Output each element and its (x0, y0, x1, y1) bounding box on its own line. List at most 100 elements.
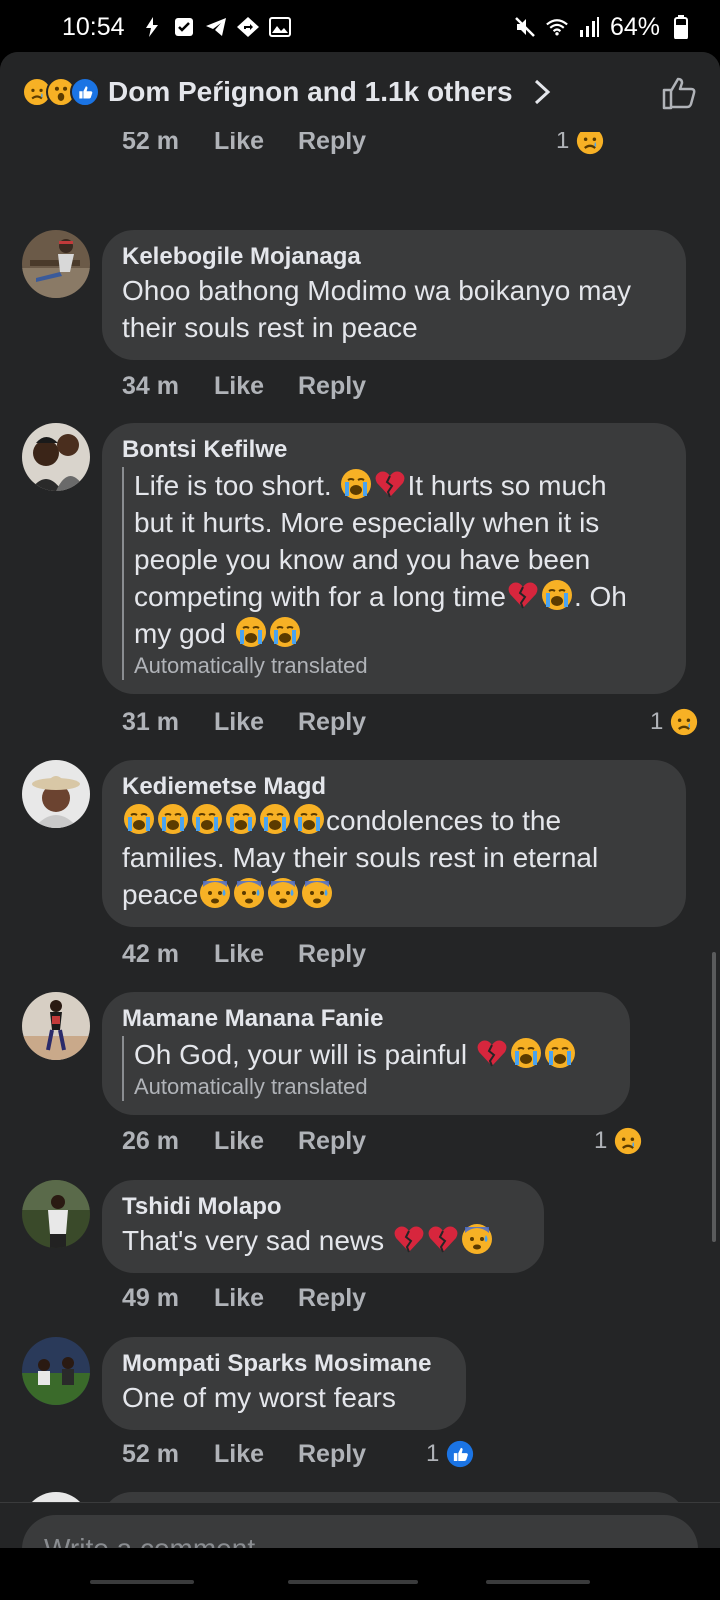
comment-time: 52 m (122, 1439, 179, 1468)
reaction-count[interactable]: 1 (594, 1124, 643, 1158)
reaction-count[interactable]: 1 (650, 705, 699, 739)
like-link[interactable]: Like (214, 940, 298, 969)
reaction-count-value: 1 (594, 1127, 608, 1154)
reply-link[interactable]: Reply (298, 1284, 366, 1313)
reaction-count-value: 1 (556, 132, 570, 154)
comment-bubble[interactable]: Mamane Manana Fanie Oh God, your will is… (102, 992, 630, 1115)
avatar[interactable] (22, 992, 90, 1060)
comment-list[interactable]: 52 m Like Reply 1 Kelebogile Mojanaga Oh… (0, 132, 720, 1502)
crying-emoji-icon (225, 803, 257, 835)
translated-block: Oh God, your will is painful Automatical… (122, 1036, 610, 1101)
comment-text-segment: It hurts so much (407, 470, 607, 501)
anxious-emoji-icon (301, 877, 333, 909)
reply-link[interactable]: Reply (298, 940, 366, 969)
like-reaction-icon (446, 1440, 474, 1468)
comment-text-segment: condolences to the (326, 805, 562, 836)
comment-actions: 26 m Like Reply (122, 1124, 366, 1158)
back-button[interactable] (486, 1580, 590, 1584)
reaction-count-value: 1 (426, 1440, 440, 1467)
comment-text-segment: . Oh (573, 581, 627, 612)
comment-text-line: That's very sad news (122, 1222, 524, 1259)
signal-icon (578, 16, 600, 38)
anxious-emoji-icon (199, 877, 231, 909)
translation-label[interactable]: Automatically translated (134, 652, 666, 680)
comment-text-line: Oh God, your will is painful (134, 1036, 610, 1073)
comment-time: 31 m (122, 707, 179, 736)
comment-bubble[interactable]: Tshidi Molapo That's very sad news (102, 1180, 544, 1273)
comment-actions: 31 m Like Reply (122, 705, 366, 739)
reply-link[interactable]: Reply (298, 1127, 366, 1156)
reaction-icons (22, 77, 100, 107)
battery-icon (670, 15, 692, 39)
comment-bubble[interactable]: Kelebogile Mojanaga Ohoo bathong Modimo … (102, 230, 686, 360)
commenter-name[interactable]: Kediemetse Magd (122, 772, 666, 802)
home-button[interactable] (288, 1580, 418, 1584)
thumbs-up-icon[interactable] (660, 74, 698, 112)
like-link[interactable]: Like (214, 708, 298, 737)
like-reaction-icon (70, 77, 100, 107)
sad-emoji-icon (614, 1127, 642, 1155)
scrollbar[interactable] (712, 952, 716, 1242)
like-link[interactable]: Like (214, 1284, 298, 1313)
like-link[interactable]: Like (214, 1440, 298, 1469)
avatar[interactable] (22, 1492, 90, 1502)
broken-heart-icon (476, 1037, 508, 1069)
comment-text-line: my god (134, 615, 666, 652)
avatar[interactable] (22, 423, 90, 491)
avatar[interactable] (22, 1337, 90, 1405)
comment-bubble[interactable]: Kediemetse Magd condolences to the famil… (102, 760, 686, 927)
comment-actions: 42 m Like Reply (122, 937, 366, 971)
reply-link[interactable]: Reply (298, 1440, 366, 1469)
commenter-name[interactable]: Mompati Sparks Mosimane (122, 1349, 446, 1379)
commenter-name[interactable]: Bontsi Kefilwe (122, 435, 666, 465)
reactions-summary[interactable]: Dom Peŕignon and 1.1k others (0, 52, 720, 132)
direction-icon (236, 16, 259, 38)
commenter-name[interactable]: Kelebogile Mojanaga (122, 242, 666, 272)
crying-emoji-icon (544, 1037, 576, 1069)
chevron-right-icon (534, 79, 550, 105)
comment-text-segment: Life is too short. (134, 470, 332, 501)
reply-link[interactable]: Reply (298, 372, 366, 401)
battery-percent: 64% (609, 12, 660, 41)
comment-text-line: condolences to the (122, 802, 666, 839)
comment-text-segment: That's very sad news (122, 1225, 385, 1256)
comment-bubble[interactable] (102, 1492, 686, 1502)
crying-emoji-icon (510, 1037, 542, 1069)
reaction-count-value: 1 (650, 708, 664, 735)
system-nav-bar (0, 1548, 720, 1600)
comment-text-segment: peace (122, 879, 199, 910)
translation-label[interactable]: Automatically translated (134, 1073, 610, 1101)
reply-link[interactable]: Reply (298, 132, 366, 156)
reply-link[interactable]: Reply (298, 708, 366, 737)
commenter-name[interactable]: Tshidi Molapo (122, 1192, 524, 1222)
comment-actions: 34 m Like Reply (122, 369, 366, 403)
comment-actions: 52 m Like Reply (122, 132, 366, 158)
comment-time: 34 m (122, 371, 179, 400)
bolt-icon (141, 16, 163, 38)
translated-block: Life is too short. It hurts so much but … (122, 467, 666, 680)
comment-text-line: families. May their souls rest in eterna… (122, 842, 599, 873)
like-link[interactable]: Like (214, 1127, 298, 1156)
reaction-count[interactable]: 1 (426, 1437, 475, 1471)
crying-emoji-icon (269, 616, 301, 648)
commenter-name[interactable]: Mamane Manana Fanie (122, 1004, 610, 1034)
comment-text-segment: Oh God, your will is painful (134, 1039, 468, 1070)
broken-heart-icon (393, 1223, 425, 1255)
avatar[interactable] (22, 760, 90, 828)
crying-emoji-icon (293, 803, 325, 835)
comment-text-segment: competing with for a long time (134, 581, 506, 612)
avatar[interactable] (22, 1180, 90, 1248)
reaction-summary-text: Dom Peŕignon and 1.1k others (108, 76, 513, 107)
anxious-emoji-icon (461, 1223, 493, 1255)
avatar[interactable] (22, 230, 90, 298)
like-link[interactable]: Like (214, 132, 298, 156)
recents-button[interactable] (90, 1580, 194, 1584)
telegram-icon (205, 16, 227, 38)
status-bar: 10:54 64% (0, 0, 720, 54)
comment-bubble[interactable]: Mompati Sparks Mosimane One of my worst … (102, 1337, 466, 1430)
like-link[interactable]: Like (214, 372, 298, 401)
comment-bubble[interactable]: Bontsi Kefilwe Life is too short. It hur… (102, 423, 686, 694)
crying-emoji-icon (259, 803, 291, 835)
comment-text-segment: my god (134, 618, 226, 649)
notification-icons (141, 16, 291, 38)
